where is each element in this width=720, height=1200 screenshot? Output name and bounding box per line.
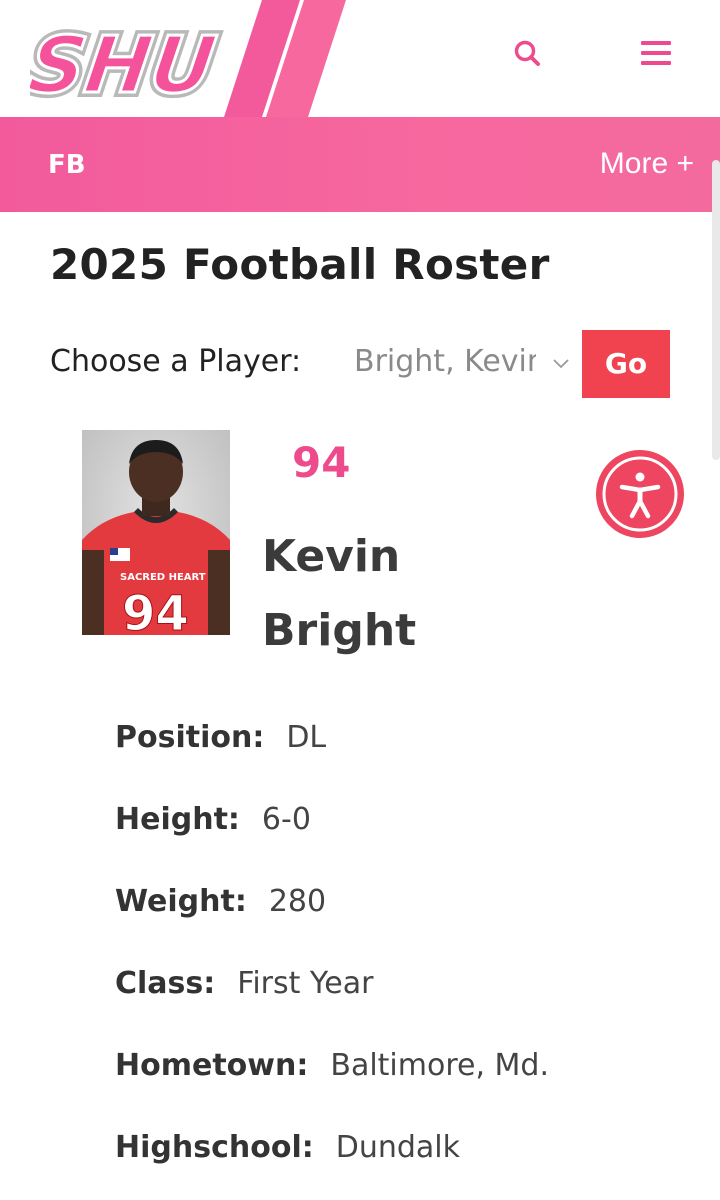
player-select-value: Bright, Kevin — [354, 344, 536, 379]
sport-nav-bar: FB More + — [0, 117, 720, 212]
shu-logo[interactable]: SHU SHU — [18, 6, 250, 116]
detail-value: First Year — [237, 966, 374, 1001]
accessibility-icon — [602, 456, 678, 532]
player-first-name: Kevin — [262, 531, 401, 582]
hamburger-menu-icon[interactable] — [638, 36, 674, 72]
search-icon[interactable] — [510, 36, 546, 72]
detail-value: DL — [286, 720, 327, 755]
detail-label: Highschool: — [115, 1130, 314, 1165]
player-name: Kevin Bright — [262, 520, 522, 668]
detail-row-position: Position: DL — [115, 720, 326, 755]
detail-label: Class: — [115, 966, 216, 1001]
accessibility-button[interactable] — [596, 450, 684, 538]
detail-row-hometown: Hometown: Baltimore, Md. — [115, 1048, 549, 1083]
detail-value: 6-0 — [261, 802, 311, 837]
detail-row-highschool: Highschool: Dundalk — [115, 1130, 460, 1165]
detail-row-class: Class: First Year — [115, 966, 373, 1001]
detail-label: Position: — [115, 720, 265, 755]
photo-jersey-text: SACRED HEART — [120, 572, 206, 583]
photo-jersey-number: 94 — [122, 586, 189, 635]
player-last-name: Bright — [262, 605, 417, 656]
chevron-down-icon — [553, 359, 569, 369]
scrollbar[interactable] — [712, 160, 720, 460]
detail-value: Baltimore, Md. — [330, 1048, 550, 1083]
player-photo: SACRED HEART 94 — [82, 430, 230, 635]
logo-text: SHU — [30, 20, 221, 106]
detail-label: Hometown: — [115, 1048, 309, 1083]
site-header: SHU SHU — [0, 0, 720, 117]
detail-value: Dundalk — [335, 1130, 460, 1165]
go-button[interactable]: Go — [582, 330, 670, 398]
nav-more-button[interactable]: More + — [600, 147, 694, 181]
player-select[interactable]: Bright, Kevin — [352, 334, 580, 394]
choose-player-label: Choose a Player: — [50, 344, 302, 379]
detail-value: 280 — [268, 884, 327, 919]
jersey-number: 94 — [292, 438, 351, 487]
detail-row-height: Height: 6-0 — [115, 802, 311, 837]
detail-label: Weight: — [115, 884, 247, 919]
detail-label: Height: — [115, 802, 240, 837]
nav-sport-label[interactable]: FB — [48, 150, 86, 180]
detail-row-weight: Weight: 280 — [115, 884, 326, 919]
page-title: 2025 Football Roster — [50, 240, 550, 289]
